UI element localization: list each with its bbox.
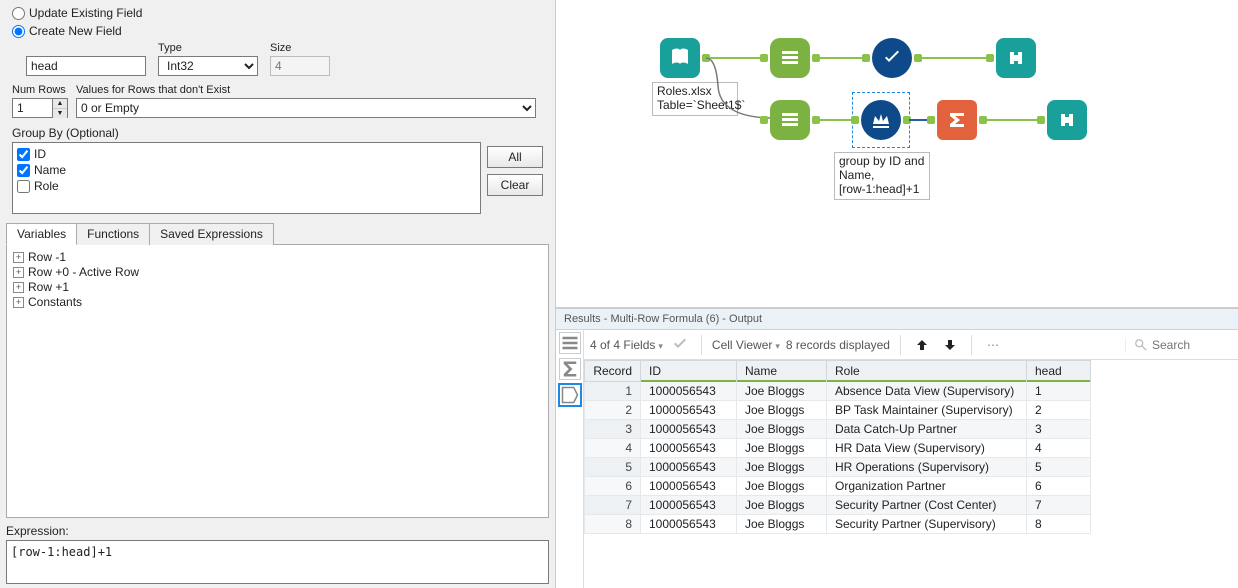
input-data-tool[interactable] [660,38,700,78]
table-row[interactable]: 71000056543Joe BloggsSecurity Partner (C… [585,496,1091,515]
config-panel: Update Existing Field Create New Field T… [0,0,556,588]
groupby-check-role[interactable] [17,180,30,193]
variables-tree: + Row -1 + Row +0 - Active Row + Row +1 + Co… [6,245,549,518]
tab-functions[interactable]: Functions [76,223,150,245]
values-select[interactable]: 0 or Empty [76,98,536,118]
col-id[interactable]: ID [641,361,737,382]
numrows-down-button[interactable]: ▼ [53,109,67,118]
search-icon [1134,338,1148,352]
table-row[interactable]: 61000056543Joe BloggsOrganization Partne… [585,477,1091,496]
connector-curve [706,56,776,122]
expand-icon[interactable]: + [13,252,24,263]
radio-update-field[interactable] [12,7,25,20]
radio-update-label: Update Existing Field [29,6,142,20]
groupby-item-name[interactable]: Name [17,163,476,177]
records-displayed-text: 8 records displayed [786,338,890,352]
groupby-check-id[interactable] [17,148,30,161]
tree-row-active[interactable]: Row +0 - Active Row [28,265,139,279]
binoculars-icon [1004,46,1028,70]
new-field-name-input[interactable] [26,56,146,76]
sigma-icon [945,108,969,132]
search-input[interactable] [1152,338,1232,352]
select-tool-2[interactable] [770,100,810,140]
output-anchor-icon [560,385,580,405]
col-name[interactable]: Name [737,361,827,382]
groupby-list: ID Name Role [12,142,481,214]
select-tool-1[interactable] [770,38,810,78]
table-row[interactable]: 21000056543Joe BloggsBP Task Maintainer … [585,401,1091,420]
book-icon [668,46,692,70]
grid-icon [778,46,802,70]
apply-check-icon[interactable] [669,334,691,356]
expand-icon[interactable]: + [13,282,24,293]
radio-create-field[interactable] [12,25,25,38]
groupby-check-name[interactable] [17,164,30,177]
results-view-tabs [556,330,584,588]
results-table: Record ID Name Role head 11000056543Joe … [584,360,1091,534]
sort-tool[interactable] [872,38,912,78]
radio-create-label: Create New Field [29,24,122,38]
groupby-clear-button[interactable]: Clear [487,174,543,196]
expression-input[interactable]: [row-1:head]+1 [6,540,549,584]
view-tab-output[interactable] [559,384,581,406]
values-label: Values for Rows that don't Exist [76,84,549,96]
groupby-all-button[interactable]: All [487,146,543,168]
sigma-icon [560,359,580,379]
cell-viewer-dropdown[interactable]: Cell Viewer [712,338,780,352]
tree-row-plus1[interactable]: Row +1 [28,280,69,294]
col-head[interactable]: head [1027,361,1091,382]
col-role[interactable]: Role [827,361,1027,382]
numrows-input[interactable] [12,98,52,118]
crown-icon [869,108,893,132]
size-label: Size [270,42,330,54]
toolbar-more-icon[interactable]: ⋯ [982,334,1004,356]
binoculars-icon [1055,108,1079,132]
table-row[interactable]: 81000056543Joe BloggsSecurity Partner (S… [585,515,1091,534]
size-input [270,56,330,76]
prev-arrow-icon[interactable] [911,334,933,356]
groupby-item-id[interactable]: ID [17,147,476,161]
tab-saved-expressions[interactable]: Saved Expressions [149,223,274,245]
list-icon [560,333,580,353]
groupby-item-role[interactable]: Role [17,179,476,193]
numrows-label: Num Rows [12,84,68,96]
formula-tool-annotation: group by ID and Name, [row-1:head]+1 [834,152,930,200]
table-row[interactable]: 41000056543Joe BloggsHR Data View (Super… [585,439,1091,458]
check-icon [880,46,904,70]
results-toolbar: 4 of 4 Fields Cell Viewer 8 records disp… [584,330,1238,360]
view-tab-sigma[interactable] [559,358,581,380]
table-row[interactable]: 51000056543Joe BloggsHR Operations (Supe… [585,458,1091,477]
summarize-tool[interactable] [937,100,977,140]
expand-icon[interactable]: + [13,297,24,308]
tab-variables[interactable]: Variables [6,223,77,245]
browse-tool-1[interactable] [996,38,1036,78]
browse-tool-2[interactable] [1047,100,1087,140]
type-label: Type [158,42,258,54]
type-select[interactable]: Int32 [158,56,258,76]
workflow-canvas[interactable]: Roles.xlsx Table=`Sheet1$` [556,0,1238,308]
expression-label: Expression: [6,524,549,538]
table-row[interactable]: 11000056543Joe BloggsAbsence Data View (… [585,382,1091,401]
tree-row-minus1[interactable]: Row -1 [28,250,66,264]
groupby-label: Group By (Optional) [12,126,549,140]
grid-icon [778,108,802,132]
expand-icon[interactable]: + [13,267,24,278]
tree-constants[interactable]: Constants [28,295,82,309]
results-title: Results - Multi-Row Formula (6) - Output [556,309,1238,330]
numrows-up-button[interactable]: ▲ [53,99,67,109]
table-row[interactable]: 31000056543Joe BloggsData Catch-Up Partn… [585,420,1091,439]
multi-row-formula-tool[interactable] [861,100,901,140]
fields-dropdown[interactable]: 4 of 4 Fields [590,338,663,352]
view-tab-list[interactable] [559,332,581,354]
col-record[interactable]: Record [585,361,641,382]
results-pane: Results - Multi-Row Formula (6) - Output [556,308,1238,588]
next-arrow-icon[interactable] [939,334,961,356]
